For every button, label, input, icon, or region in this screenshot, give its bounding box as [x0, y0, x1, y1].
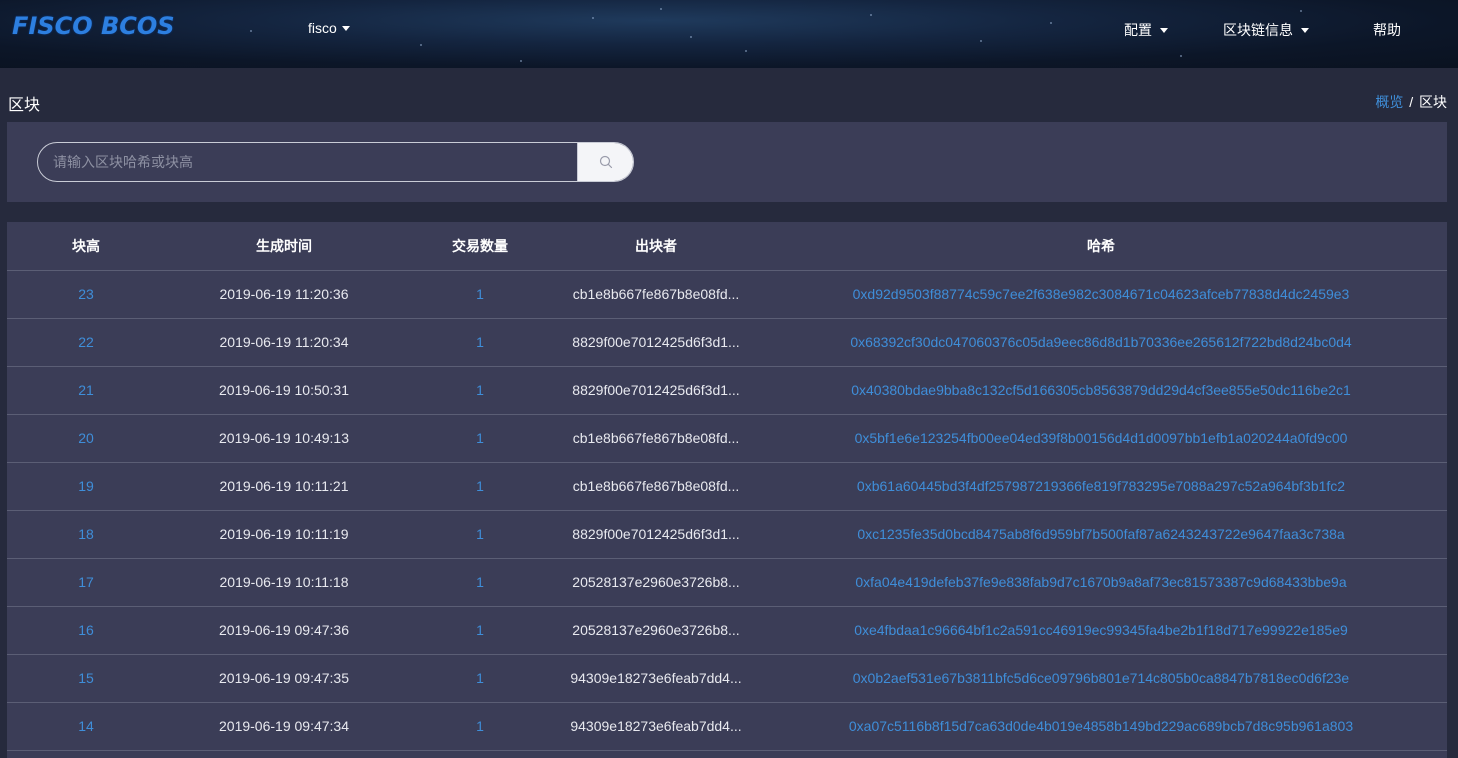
- column-header-time: 生成时间: [165, 222, 403, 271]
- block-hash-link[interactable]: 0x5bf1e6e123254fb00ee04ed39f8b00156d4d1d…: [755, 414, 1447, 463]
- block-height-link[interactable]: 15: [7, 654, 165, 703]
- breadcrumb: 概览 / 区块: [1375, 92, 1447, 112]
- block-hash-link[interactable]: 0x40380bdae9bba8c132cf5d166305cb8563879d…: [755, 366, 1447, 415]
- block-sealer: 20528137e2960e3726b8...: [557, 558, 755, 607]
- breadcrumb-current: 区块: [1419, 94, 1447, 110]
- block-table: 块高 生成时间 交易数量 出块者 哈希 23 2019-06-19 11:20:…: [7, 222, 1447, 751]
- table-row: 17 2019-06-19 10:11:18 1 20528137e2960e3…: [7, 558, 1447, 607]
- block-hash-link[interactable]: 0x68392cf30dc047060376c05da9eec86d8d1b70…: [755, 318, 1447, 367]
- tx-count-link[interactable]: 1: [403, 462, 557, 511]
- search-icon: [599, 155, 612, 169]
- block-time: 2019-06-19 10:11:19: [165, 510, 403, 559]
- block-time: 2019-06-19 11:20:34: [165, 318, 403, 367]
- breadcrumb-overview-link[interactable]: 概览: [1375, 94, 1403, 110]
- block-sealer: 8829f00e7012425d6f3d1...: [557, 318, 755, 367]
- table-row: 22 2019-06-19 11:20:34 1 8829f00e7012425…: [7, 318, 1447, 367]
- menu-help-label: 帮助: [1373, 22, 1401, 38]
- block-sealer: cb1e8b667fe867b8e08fd...: [557, 462, 755, 511]
- menu-chain-info-dropdown[interactable]: 区块链信息: [1223, 20, 1309, 40]
- table-row: 23 2019-06-19 11:20:36 1 cb1e8b667fe867b…: [7, 270, 1447, 319]
- block-height-link[interactable]: 17: [7, 558, 165, 607]
- block-height-link[interactable]: 19: [7, 462, 165, 511]
- block-table-panel: 块高 生成时间 交易数量 出块者 哈希 23 2019-06-19 11:20:…: [7, 222, 1447, 758]
- caret-down-icon: [1160, 27, 1168, 33]
- block-hash-link[interactable]: 0xe4fbdaa1c96664bf1c2a591cc46919ec99345f…: [755, 606, 1447, 655]
- tx-count-link[interactable]: 1: [403, 366, 557, 415]
- block-hash-link[interactable]: 0xa07c5116b8f15d7ca63d0de4b019e4858b149b…: [755, 702, 1447, 751]
- column-header-height: 块高: [7, 222, 165, 271]
- block-time: 2019-06-19 09:47:36: [165, 606, 403, 655]
- block-sealer: cb1e8b667fe867b8e08fd...: [557, 270, 755, 319]
- tx-count-link[interactable]: 1: [403, 318, 557, 367]
- search-box: [37, 142, 634, 182]
- search-button[interactable]: [577, 143, 633, 181]
- group-selector-label: fisco: [308, 20, 337, 36]
- block-sealer: 20528137e2960e3726b8...: [557, 606, 755, 655]
- block-time: 2019-06-19 10:50:31: [165, 366, 403, 415]
- table-row: 19 2019-06-19 10:11:21 1 cb1e8b667fe867b…: [7, 462, 1447, 511]
- group-selector-dropdown[interactable]: fisco: [308, 20, 350, 36]
- search-panel: [7, 122, 1447, 202]
- table-row: 20 2019-06-19 10:49:13 1 cb1e8b667fe867b…: [7, 414, 1447, 463]
- table-row: 16 2019-06-19 09:47:36 1 20528137e2960e3…: [7, 606, 1447, 655]
- block-height-link[interactable]: 20: [7, 414, 165, 463]
- block-height-link[interactable]: 23: [7, 270, 165, 319]
- block-sealer: 8829f00e7012425d6f3d1...: [557, 366, 755, 415]
- tx-count-link[interactable]: 1: [403, 414, 557, 463]
- block-sealer: 94309e18273e6feab7dd4...: [557, 702, 755, 751]
- tx-count-link[interactable]: 1: [403, 654, 557, 703]
- block-hash-link[interactable]: 0xb61a60445bd3f4df257987219366fe819f7832…: [755, 462, 1447, 511]
- tx-count-link[interactable]: 1: [403, 702, 557, 751]
- block-sealer: cb1e8b667fe867b8e08fd...: [557, 414, 755, 463]
- top-navbar: FISCO BCOS fisco 配置 区块链信息 帮助: [0, 0, 1458, 68]
- column-header-tx-count: 交易数量: [403, 222, 557, 271]
- block-time: 2019-06-19 10:49:13: [165, 414, 403, 463]
- block-time: 2019-06-19 09:47:34: [165, 702, 403, 751]
- breadcrumb-separator: /: [1409, 94, 1414, 110]
- block-height-link[interactable]: 18: [7, 510, 165, 559]
- table-row: 14 2019-06-19 09:47:34 1 94309e18273e6fe…: [7, 702, 1447, 751]
- block-height-link[interactable]: 16: [7, 606, 165, 655]
- table-row: 18 2019-06-19 10:11:19 1 8829f00e7012425…: [7, 510, 1447, 559]
- block-search-input[interactable]: [38, 143, 577, 181]
- block-time: 2019-06-19 10:11:21: [165, 462, 403, 511]
- column-header-sealer: 出块者: [557, 222, 755, 271]
- block-hash-link[interactable]: 0x0b2aef531e67b3811bfc5d6ce09796b801e714…: [755, 654, 1447, 703]
- block-height-link[interactable]: 22: [7, 318, 165, 367]
- caret-down-icon: [1301, 27, 1309, 33]
- table-row: 21 2019-06-19 10:50:31 1 8829f00e7012425…: [7, 366, 1447, 415]
- block-time: 2019-06-19 11:20:36: [165, 270, 403, 319]
- block-time: 2019-06-19 09:47:35: [165, 654, 403, 703]
- block-hash-link[interactable]: 0xd92d9503f88774c59c7ee2f638e982c3084671…: [755, 270, 1447, 319]
- column-header-hash: 哈希: [755, 222, 1447, 271]
- block-sealer: 8829f00e7012425d6f3d1...: [557, 510, 755, 559]
- table-header-row: 块高 生成时间 交易数量 出块者 哈希: [7, 222, 1447, 271]
- menu-config-dropdown[interactable]: 配置: [1124, 20, 1168, 40]
- tx-count-link[interactable]: 1: [403, 606, 557, 655]
- page-title: 区块: [8, 97, 41, 114]
- fisco-bcos-logo[interactable]: FISCO BCOS: [12, 12, 175, 40]
- menu-help-link[interactable]: 帮助: [1373, 20, 1401, 40]
- block-time: 2019-06-19 10:11:18: [165, 558, 403, 607]
- tx-count-link[interactable]: 1: [403, 558, 557, 607]
- block-height-link[interactable]: 14: [7, 702, 165, 751]
- caret-down-icon: [341, 25, 350, 31]
- block-hash-link[interactable]: 0xc1235fe35d0bcd8475ab8f6d959bf7b500faf8…: [755, 510, 1447, 559]
- block-sealer: 94309e18273e6feab7dd4...: [557, 654, 755, 703]
- block-hash-link[interactable]: 0xfa04e419defeb37fe9e838fab9d7c1670b9a8a…: [755, 558, 1447, 607]
- menu-config-label: 配置: [1124, 22, 1152, 38]
- menu-chain-info-label: 区块链信息: [1223, 22, 1293, 38]
- tx-count-link[interactable]: 1: [403, 270, 557, 319]
- table-row: 15 2019-06-19 09:47:35 1 94309e18273e6fe…: [7, 654, 1447, 703]
- block-height-link[interactable]: 21: [7, 366, 165, 415]
- tx-count-link[interactable]: 1: [403, 510, 557, 559]
